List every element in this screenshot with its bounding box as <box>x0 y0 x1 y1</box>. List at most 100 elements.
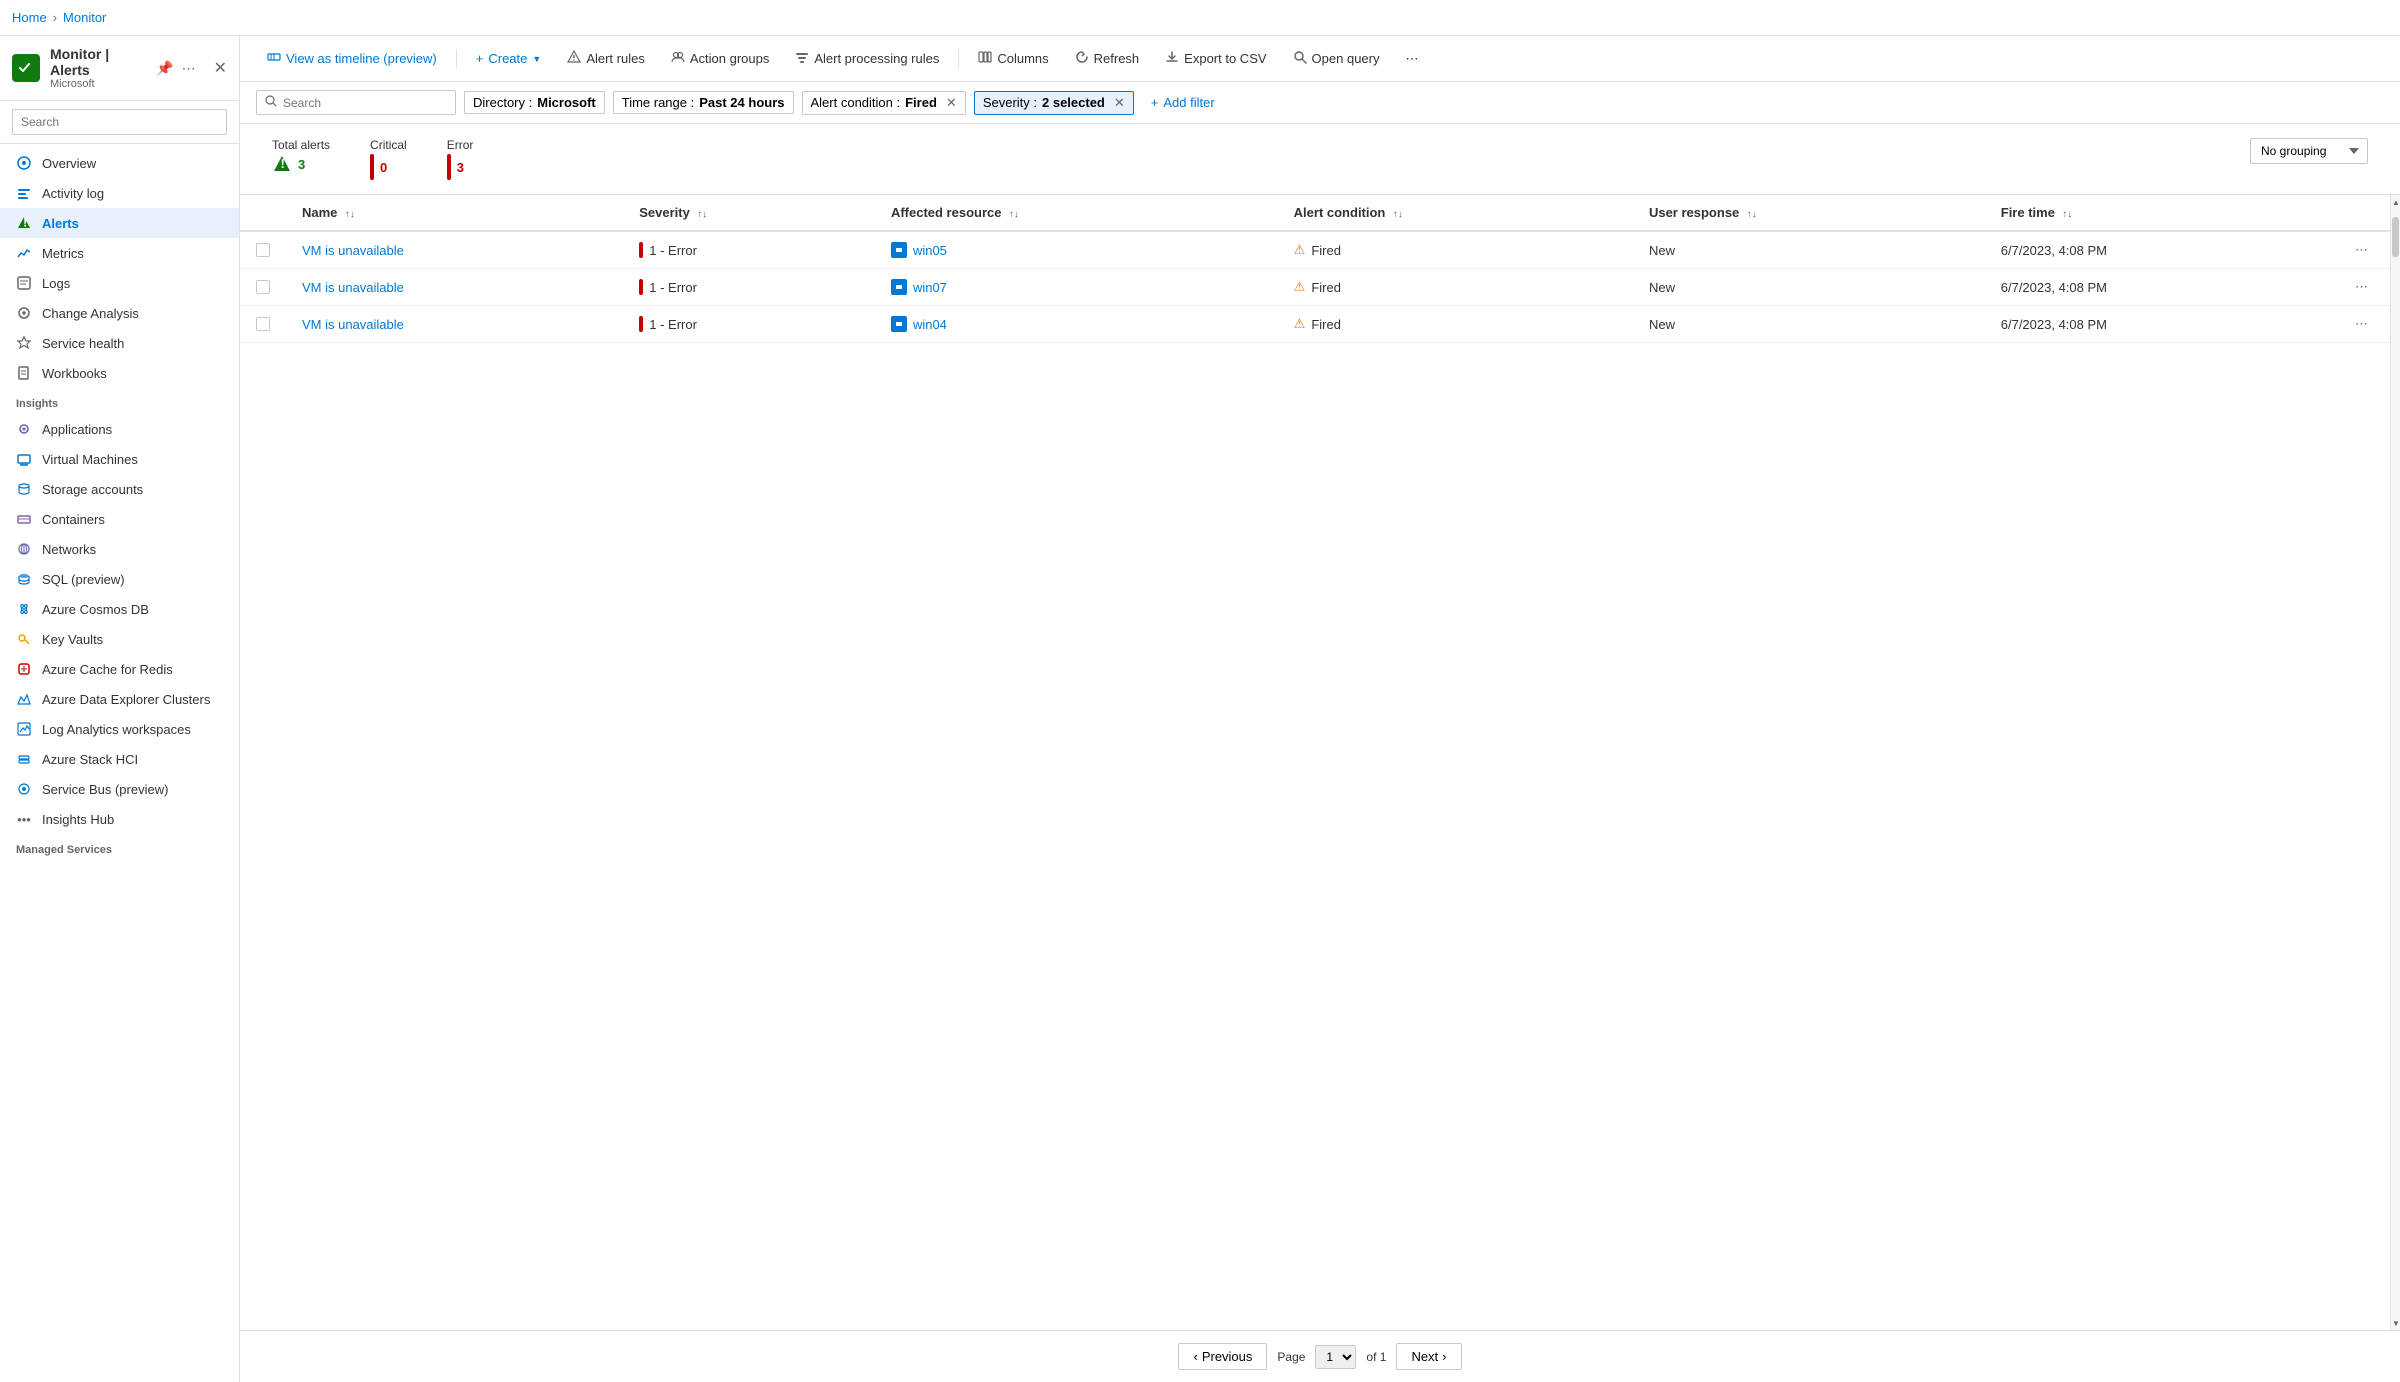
sidebar-item-cosmos[interactable]: Azure Cosmos DB <box>0 594 239 624</box>
resource-link-2[interactable]: win04 <box>913 317 947 332</box>
sidebar-item-alerts[interactable]: ! Alerts <box>0 208 239 238</box>
breadcrumb-monitor[interactable]: Monitor <box>63 10 106 25</box>
alert-processing-rules-label: Alert processing rules <box>814 51 939 66</box>
open-query-label: Open query <box>1312 51 1380 66</box>
create-button[interactable]: + Create ▼ <box>465 45 553 72</box>
scroll-down-arrow[interactable]: ▼ <box>2391 1316 2400 1330</box>
time-range-label: Time range : <box>622 95 695 110</box>
fire-time-text-2: 6/7/2023, 4:08 PM <box>2001 317 2107 332</box>
sidebar-item-networks[interactable]: Networks <box>0 534 239 564</box>
close-icon[interactable]: ✕ <box>214 58 227 78</box>
alert-name-link-0[interactable]: VM is unavailable <box>302 243 404 258</box>
app-title-group: Monitor | Alerts Microsoft <box>50 46 146 90</box>
table-row: VM is unavailable 1 - Error win07 ⚠ <box>240 269 2390 306</box>
grouping-select[interactable]: No grouping Smart groups Severity Alert … <box>2250 138 2368 164</box>
sidebar-item-metrics[interactable]: Metrics <box>0 238 239 268</box>
vertical-scrollbar[interactable]: ▲ ▼ <box>2390 195 2400 1330</box>
sidebar-item-service-bus[interactable]: Service Bus (preview) <box>0 774 239 804</box>
search-filter-container[interactable] <box>256 90 456 115</box>
alert-processing-rules-button[interactable]: Alert processing rules <box>784 44 950 73</box>
row-menu-1[interactable]: ⋯ <box>2349 277 2374 296</box>
sidebar-item-overview[interactable]: Overview <box>0 148 239 178</box>
row-menu-2[interactable]: ⋯ <box>2349 314 2374 333</box>
user-response-column-header[interactable]: User response ↑↓ <box>1633 195 1985 231</box>
scroll-up-arrow[interactable]: ▲ <box>2391 195 2400 209</box>
toolbar-more-button[interactable]: ⋯ <box>1394 45 1429 73</box>
view-timeline-button[interactable]: View as timeline (preview) <box>256 44 448 73</box>
name-column-header[interactable]: Name ↑↓ <box>286 195 623 231</box>
add-filter-button[interactable]: + Add filter <box>1142 91 1224 114</box>
insights-hub-icon: ••• <box>16 811 32 827</box>
more-options-icon[interactable]: ⋯ <box>182 60 196 77</box>
row-checkbox-0[interactable] <box>240 231 286 269</box>
sidebar-item-virtual-machines[interactable]: Virtual Machines <box>0 444 239 474</box>
checkbox-2[interactable] <box>256 317 270 331</box>
sidebar-search-container <box>0 101 239 144</box>
sidebar-item-service-health[interactable]: Service health <box>0 328 239 358</box>
sidebar-item-sql[interactable]: SQL (preview) <box>0 564 239 594</box>
sidebar-item-workbooks[interactable]: Workbooks <box>0 358 239 388</box>
overview-icon <box>16 155 32 171</box>
sidebar-item-redis[interactable]: Azure Cache for Redis <box>0 654 239 684</box>
severity-column-header[interactable]: Severity ↑↓ <box>623 195 875 231</box>
page-select[interactable]: 1 <box>1315 1345 1356 1369</box>
severity-filter[interactable]: Severity : 2 selected ✕ <box>974 91 1134 115</box>
sidebar-search-input[interactable] <box>12 109 227 135</box>
action-groups-button[interactable]: Action groups <box>660 44 781 73</box>
sidebar-item-data-explorer[interactable]: Azure Data Explorer Clusters <box>0 684 239 714</box>
sidebar-item-containers[interactable]: Containers <box>0 504 239 534</box>
alert-condition-column-header[interactable]: Alert condition ↑↓ <box>1278 195 1633 231</box>
row-condition-2: ⚠ Fired <box>1278 306 1633 343</box>
row-user-response-2: New <box>1633 306 1985 343</box>
sidebar-item-stack-hci[interactable]: Azure Stack HCI <box>0 744 239 774</box>
condition-cell-0: ⚠ Fired <box>1294 242 1617 258</box>
alert-name-link-1[interactable]: VM is unavailable <box>302 280 404 295</box>
next-button[interactable]: Next › <box>1396 1343 1461 1370</box>
severity-close[interactable]: ✕ <box>1114 95 1125 111</box>
breadcrumb-home[interactable]: Home <box>12 10 47 25</box>
sidebar-item-log-analytics[interactable]: Log Analytics workspaces <box>0 714 239 744</box>
severity-value: 2 selected <box>1042 95 1105 110</box>
sidebar-item-change-analysis[interactable]: Change Analysis <box>0 298 239 328</box>
row-checkbox-1[interactable] <box>240 269 286 306</box>
alert-name-link-2[interactable]: VM is unavailable <box>302 317 404 332</box>
total-alerts-number: 3 <box>298 157 305 172</box>
search-input[interactable] <box>283 96 438 110</box>
columns-button[interactable]: Columns <box>967 44 1059 73</box>
alert-condition-filter[interactable]: Alert condition : Fired ✕ <box>802 91 966 115</box>
sidebar-item-key-vaults[interactable]: Key Vaults <box>0 624 239 654</box>
row-checkbox-2[interactable] <box>240 306 286 343</box>
breadcrumb-bar: Home › Monitor <box>0 0 2400 36</box>
refresh-icon <box>1075 50 1089 67</box>
sidebar-item-storage-accounts[interactable]: Storage accounts <box>0 474 239 504</box>
alert-condition-label: Alert condition : <box>811 95 901 110</box>
logs-icon <box>16 275 32 291</box>
export-csv-button[interactable]: Export to CSV <box>1154 44 1277 73</box>
open-query-button[interactable]: Open query <box>1282 44 1391 73</box>
refresh-button[interactable]: Refresh <box>1064 44 1151 73</box>
sidebar-item-logs[interactable]: Logs <box>0 268 239 298</box>
resource-link-0[interactable]: win05 <box>913 243 947 258</box>
resource-link-1[interactable]: win07 <box>913 280 947 295</box>
checkbox-1[interactable] <box>256 280 270 294</box>
log-analytics-icon <box>16 721 32 737</box>
checkbox-0[interactable] <box>256 243 270 257</box>
alert-rules-button[interactable]: Alert rules <box>556 44 656 73</box>
previous-button[interactable]: ‹ Previous <box>1178 1343 1267 1370</box>
condition-text-0: Fired <box>1311 243 1341 258</box>
affected-resource-column-header[interactable]: Affected resource ↑↓ <box>875 195 1278 231</box>
critical-label: Critical <box>370 138 407 152</box>
warning-icon-2: ⚠ <box>1294 316 1306 332</box>
scrollbar-thumb[interactable] <box>2392 217 2399 257</box>
fire-time-column-header[interactable]: Fire time ↑↓ <box>1985 195 2333 231</box>
sidebar-item-applications[interactable]: Applications <box>0 414 239 444</box>
key-vaults-icon <box>16 631 32 647</box>
alert-condition-value: Fired <box>905 95 937 110</box>
action-groups-icon <box>671 50 685 67</box>
pin-icon[interactable]: 📌 <box>156 60 173 77</box>
sidebar-item-activity-log[interactable]: Activity log <box>0 178 239 208</box>
sidebar-item-insights-hub[interactable]: ••• Insights Hub <box>0 804 239 834</box>
alert-condition-close[interactable]: ✕ <box>946 95 957 111</box>
applications-icon <box>16 421 32 437</box>
row-menu-0[interactable]: ⋯ <box>2349 240 2374 259</box>
